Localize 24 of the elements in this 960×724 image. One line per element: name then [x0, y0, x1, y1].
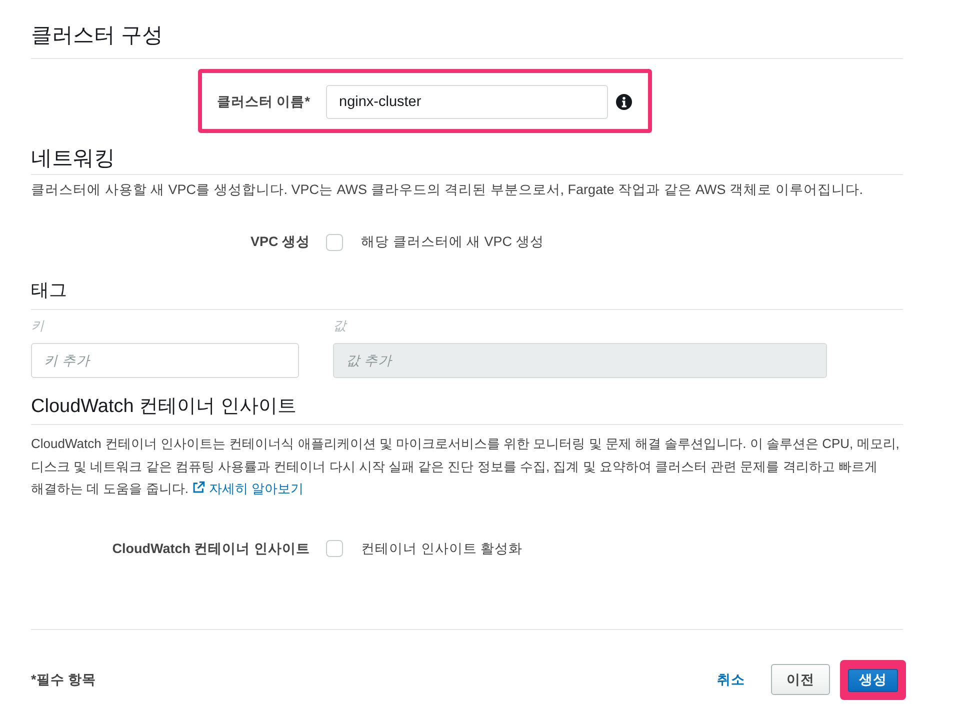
- section-heading: 네트워킹: [31, 146, 903, 175]
- checkbox-label: 해당 클러스터에 새 VPC 생성: [361, 233, 544, 251]
- checkbox[interactable]: [326, 234, 343, 250]
- section-heading: CloudWatch 컨테이너 인사이트: [31, 394, 903, 425]
- required-note: *필수 항목: [31, 670, 96, 688]
- description-text: CloudWatch 컨테이너 인사이트는 컨테이너식 애플리케이션 및 마이크로서비스를 위한 모니터링 및 문제 해결 솔루션입니다. 이 솔루션은 CPU, 메모리, 디스크 및 네트워크 같은 컴퓨팅 사용률과 컨테이너 다시 시작 실패 같은 진단 정보를 수집, 집계 및 요약하여 클러스터 관련 문제를 격리하고 빠르게 해결하는 데 도움을 줍니다. 자세히 알아보기: [31, 435, 900, 498]
- column-label: 값: [333, 317, 346, 335]
- section-heading: 클러스터 구성: [31, 22, 903, 59]
- key-field[interactable]: 키 추가: [31, 343, 299, 378]
- cancel-link[interactable]: 취소: [705, 666, 757, 692]
- external-link-icon: [192, 481, 206, 494]
- create-button[interactable]: 생성: [848, 668, 898, 692]
- info-icon[interactable]: [616, 94, 632, 110]
- checkbox-label: 컨테이너 인사이트 활성화: [361, 540, 523, 558]
- field-label: VPC 생성: [250, 233, 310, 251]
- back-button[interactable]: 이전: [771, 664, 830, 695]
- field-label: CloudWatch 컨테이너 인사이트: [112, 540, 310, 558]
- section-heading: 태그: [31, 278, 903, 310]
- checkbox[interactable]: [326, 540, 343, 557]
- description-text: 클러스터에 사용할 새 VPC를 생성합니다. VPC는 AWS 클라우드의 격리된 부분으로서, Fargate 작업과 같은 AWS 객체로 이루어집니다.: [31, 181, 864, 199]
- column-label: 키: [31, 317, 44, 335]
- cluster-name-field[interactable]: nginx-cluster: [326, 85, 608, 119]
- learn-more-link[interactable]: 자세히 알아보기: [192, 481, 304, 496]
- field-label: 클러스터 이름*: [216, 93, 310, 111]
